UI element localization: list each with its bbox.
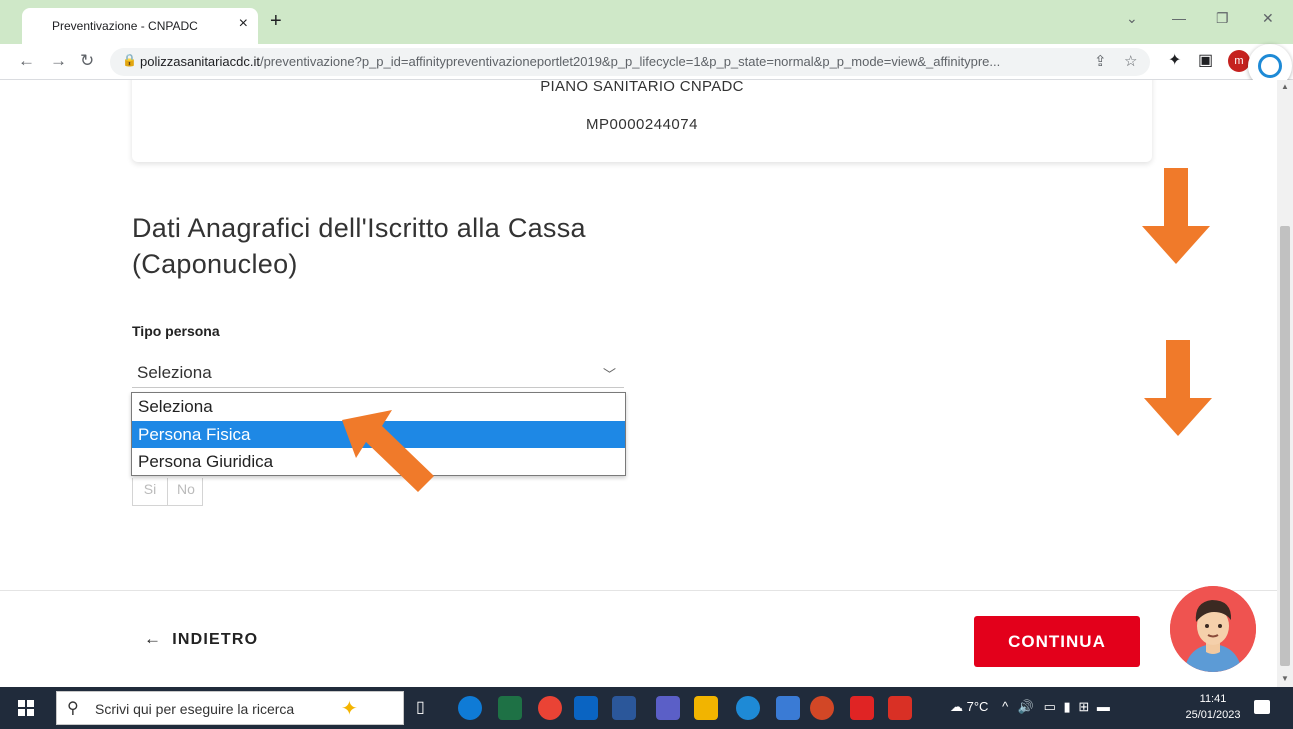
browser-tab[interactable]: Preventivazione - CNPADC × <box>22 8 258 44</box>
taskbar-search-input[interactable]: ⚲ Scrivi qui per eseguire la ricerca ✦ <box>56 691 404 725</box>
network-icon[interactable]: ▭ <box>1044 699 1056 714</box>
down-arrow-annotation-2 <box>1144 340 1212 436</box>
scrollbar-thumb[interactable] <box>1280 226 1290 666</box>
assistant-avatar-icon <box>1170 586 1256 672</box>
chrome-icon[interactable] <box>538 696 562 720</box>
taskbar-clock[interactable]: 11:41 25/01/2023 <box>1185 691 1241 723</box>
volume-icon[interactable]: 🔊 <box>1018 699 1034 714</box>
system-tray: ☁ 7°C ^ 🔊 ▭ ▮ ⊞ ▬ <box>950 699 1110 715</box>
language-icon[interactable]: ⊞ <box>1078 699 1089 714</box>
clock-time: 11:41 <box>1199 693 1227 705</box>
teams-icon[interactable] <box>656 696 680 720</box>
tipo-persona-select[interactable]: Seleziona ﹀ <box>132 358 624 388</box>
new-tab-icon[interactable]: + <box>270 10 282 33</box>
back-label: INDIETRO <box>172 631 259 648</box>
acrobat-icon[interactable] <box>850 696 874 720</box>
lock-icon[interactable]: 🔒 <box>122 53 137 67</box>
back-button[interactable]: ← INDIETRO <box>144 629 258 649</box>
plan-name: PIANO SANITARIO CNPADC <box>540 80 744 95</box>
file-explorer-icon[interactable] <box>694 696 718 720</box>
windows-start-icon[interactable] <box>18 700 34 716</box>
powerpoint-icon[interactable] <box>810 696 834 720</box>
chevron-down-icon: ﹀ <box>602 367 616 382</box>
minimize-icon[interactable]: — <box>1172 10 1186 26</box>
si-no-toggle: Si No <box>132 478 203 506</box>
app-icon[interactable] <box>776 696 800 720</box>
chrome-profile-icon[interactable] <box>888 696 912 720</box>
forward-arrow-icon[interactable]: → <box>50 51 67 71</box>
extensions-puzzle-icon[interactable]: ✦ <box>1168 50 1181 70</box>
tab-title: Preventivazione - CNPADC <box>52 19 198 33</box>
task-view-icon[interactable]: ▯ <box>416 697 425 717</box>
continue-button[interactable]: CONTINUA <box>974 616 1140 667</box>
plan-code: MP0000244074 <box>586 116 698 133</box>
battery-icon[interactable]: ▬ <box>1097 699 1110 714</box>
tab-close-icon[interactable]: × <box>239 15 248 33</box>
profile-avatar[interactable]: m <box>1228 50 1250 72</box>
restore-icon[interactable]: ❐ <box>1216 10 1229 27</box>
select-value: Seleziona <box>137 363 212 382</box>
search-highlight-icon: ✦ <box>341 698 358 720</box>
taskbar-search-placeholder: Scrivi qui per eseguire la ricerca <box>95 701 295 717</box>
page-content: PIANO SANITARIO CNPADC MP0000244074 Dati… <box>0 80 1277 687</box>
scroll-up-icon[interactable]: ▲ <box>1281 82 1289 91</box>
toggle-no-button[interactable]: No <box>169 478 203 505</box>
tab-search-chevron-icon[interactable]: ⌄ <box>1126 10 1138 27</box>
edge-icon[interactable] <box>458 696 482 720</box>
browser-tab-bar: Preventivazione - CNPADC × + ⌄ — ❐ ✕ <box>0 0 1293 44</box>
reload-icon[interactable]: ↻ <box>80 51 94 71</box>
left-arrow-icon: ← <box>144 629 163 648</box>
footer-divider <box>0 590 1277 591</box>
section-title: Dati Anagrafici dell'Iscritto alla Cassa… <box>132 213 586 279</box>
side-panel-icon[interactable]: ▣ <box>1198 50 1213 70</box>
window-close-icon[interactable]: ✕ <box>1262 10 1274 27</box>
weather-temp[interactable]: 7°C <box>967 699 989 714</box>
url-text: polizzasanitariacdc.it/preventivazione?p… <box>140 54 1001 69</box>
outlook-icon[interactable] <box>574 696 598 720</box>
word-icon[interactable] <box>612 696 636 720</box>
back-arrow-icon[interactable]: ← <box>18 51 35 71</box>
plan-card: PIANO SANITARIO CNPADC MP0000244074 <box>132 80 1152 162</box>
clock-date: 25/01/2023 <box>1185 709 1241 721</box>
notification-icon[interactable] <box>1254 700 1270 714</box>
windows-taskbar: ⚲ Scrivi qui per eseguire la ricerca ✦ ▯… <box>0 687 1293 729</box>
search-icon: ⚲ <box>67 700 79 717</box>
support-app-icon[interactable] <box>736 696 760 720</box>
page-scrollbar[interactable]: ▲ ▼ <box>1277 80 1293 687</box>
share-icon[interactable]: ⇪ <box>1094 52 1107 70</box>
tray-chevron-icon[interactable]: ^ <box>1002 699 1008 714</box>
scroll-down-icon[interactable]: ▼ <box>1281 674 1289 683</box>
tipo-persona-label: Tipo persona <box>132 323 220 339</box>
browser-toolbar: ← → ↻ 🔒 polizzasanitariacdc.it/preventiv… <box>0 44 1293 80</box>
toggle-si-button[interactable]: Si <box>133 478 168 505</box>
excel-icon[interactable] <box>498 696 522 720</box>
mic-icon[interactable]: ▮ <box>1064 699 1071 714</box>
down-arrow-annotation-1 <box>1142 168 1210 264</box>
address-bar[interactable]: 🔒 polizzasanitariacdc.it/preventivazione… <box>110 48 1150 76</box>
assistant-avatar[interactable] <box>1170 586 1256 672</box>
pointer-arrow-annotation <box>342 410 434 492</box>
bookmark-star-icon[interactable]: ☆ <box>1124 52 1137 70</box>
weather-cloud-icon[interactable]: ☁ <box>950 699 963 714</box>
